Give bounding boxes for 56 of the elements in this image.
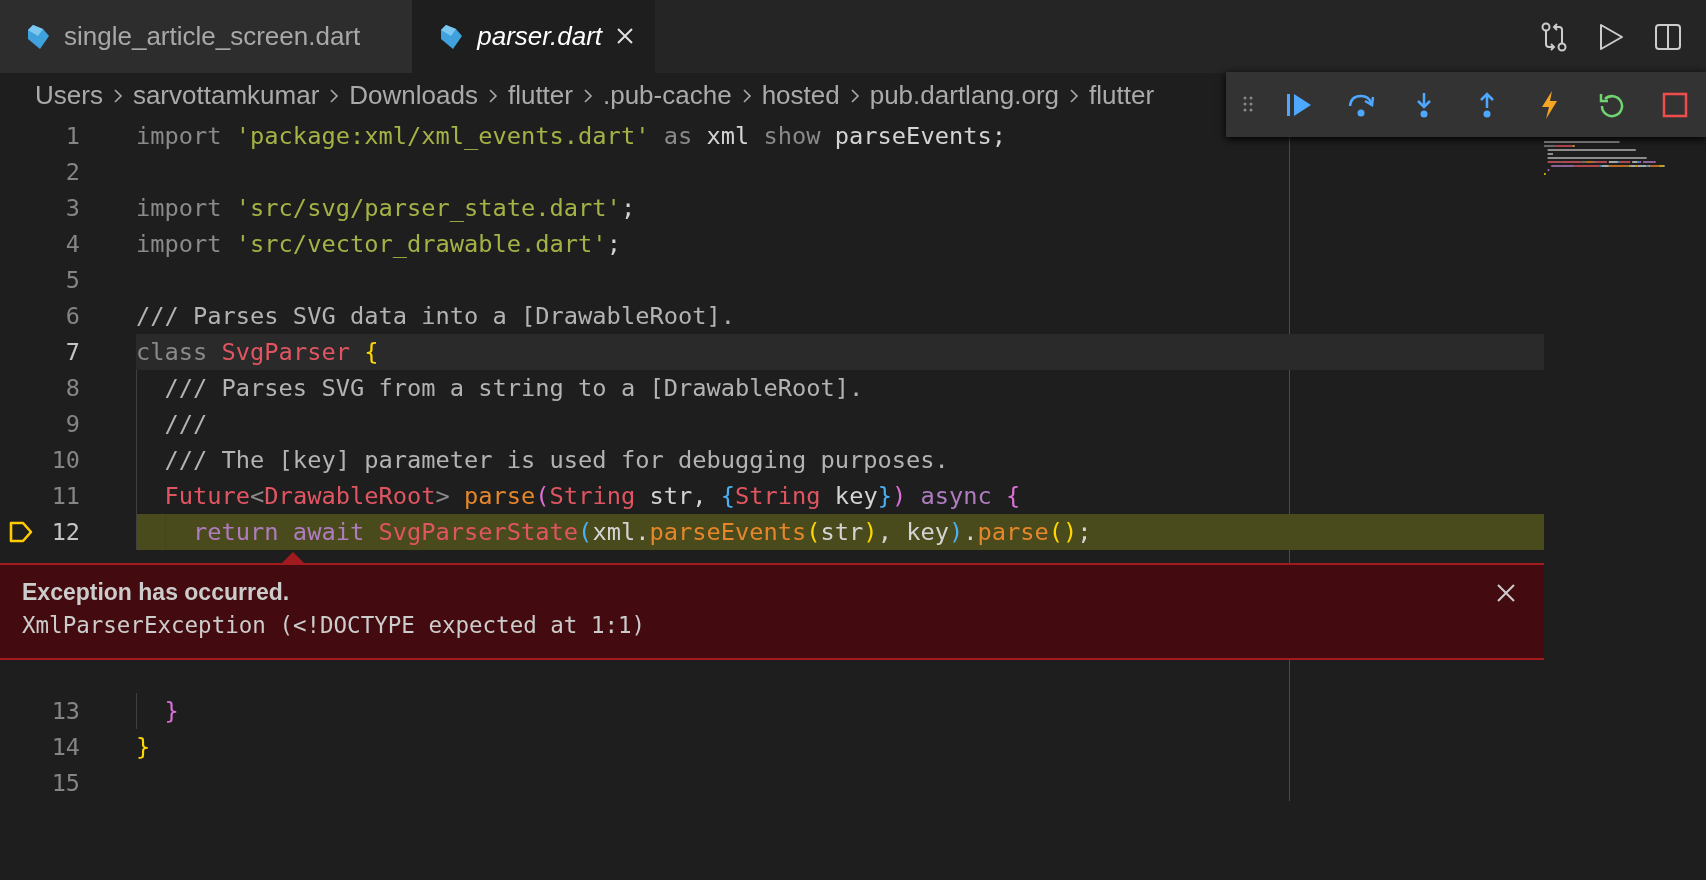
breadcrumb-item[interactable]: .pub-cache	[602, 80, 732, 111]
chevron-icon	[1069, 87, 1080, 104]
code-line: }	[136, 733, 151, 761]
line-number: 10	[51, 446, 80, 474]
run-icon[interactable]	[1598, 22, 1624, 51]
close-icon	[616, 27, 635, 45]
code-line: Future<DrawableRoot> parse(String str, {String key}) async {	[163, 482, 1021, 510]
line-number: 2	[65, 158, 80, 186]
line-number: 3	[65, 194, 80, 222]
code-line: import 'src/vector_drawable.dart';	[136, 230, 621, 258]
code-line: class SvgParser {	[136, 338, 379, 366]
chevron-icon	[582, 87, 593, 104]
line-number: 15	[51, 769, 80, 797]
exception-title: Exception has occurred.	[22, 579, 290, 606]
split-editor-icon[interactable]	[1654, 22, 1682, 51]
line-number: 12	[51, 518, 80, 546]
chevron-icon	[741, 87, 752, 104]
breadcrumb-item[interactable]: flutter	[507, 80, 573, 111]
dart-logo-icon	[26, 23, 50, 50]
line-number: 1	[65, 122, 80, 150]
chevron-icon	[329, 87, 340, 104]
compare-changes-icon[interactable]	[1540, 21, 1568, 52]
breadcrumb-item[interactable]: pub.dartlang.org	[869, 80, 1060, 111]
line-number: 6	[65, 302, 80, 330]
line-number: 7	[65, 338, 80, 366]
line-number: 9	[65, 410, 80, 438]
breadcrumb-item[interactable]: Users	[35, 80, 103, 111]
code-line: return await SvgParserState(xml.parseEvents(str), key).parse();	[192, 518, 1092, 546]
code-line: /// Parses SVG data into a [DrawableRoot].	[136, 302, 735, 330]
line-number: 5	[65, 266, 80, 294]
continue-icon[interactable]	[1284, 91, 1313, 118]
line-number: 11	[51, 482, 80, 510]
exception-message: XmlParserException (<!DOCTYPE expected at 1:1)	[22, 612, 646, 638]
breadcrumb-item[interactable]: flutter	[1089, 80, 1155, 111]
breadcrumb-item[interactable]: Downloads	[349, 80, 478, 111]
chevron-icon	[849, 87, 860, 104]
line-number: 4	[65, 230, 80, 258]
code-line: import 'package:xml/xml_events.dart' as xml show parseEvents;	[136, 122, 1006, 150]
paused-line-marker-icon	[8, 520, 34, 544]
breadcrumb-item[interactable]: hosted	[761, 80, 840, 111]
code-line: }	[163, 697, 179, 725]
dart-logo-icon	[439, 23, 464, 50]
line-number: 8	[65, 374, 80, 402]
code-line: /// Parses SVG from a string to a [DrawableRoot].	[163, 374, 864, 402]
line-number: 13	[51, 697, 80, 725]
line-number: 14	[51, 733, 80, 761]
editor-tab[interactable]: single_article_screen.dart	[0, 0, 414, 73]
breadcrumb-item[interactable]: sarvottamkumar	[132, 80, 320, 111]
chevron-icon	[487, 87, 498, 104]
editor-tab[interactable]: parser.dart	[413, 0, 656, 73]
code-line: import 'src/svg/parser_state.dart';	[136, 194, 636, 222]
code-line: /// The [key] parameter is used for debugging purposes.	[163, 446, 949, 474]
lightning-icon[interactable]	[1539, 89, 1560, 120]
chevron-icon	[112, 87, 123, 104]
code-line: ///	[163, 410, 208, 438]
stop-icon[interactable]	[1661, 91, 1688, 118]
